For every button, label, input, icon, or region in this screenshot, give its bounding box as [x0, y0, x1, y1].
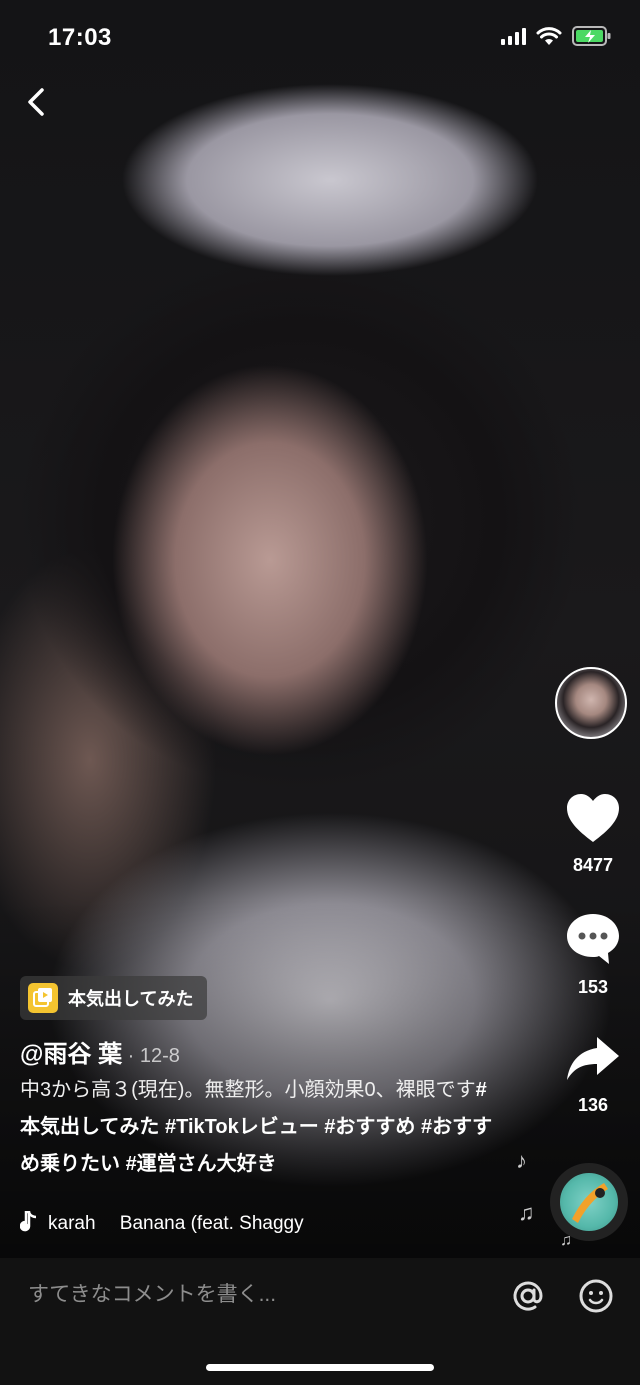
comment-input[interactable]: すてきなコメントを書く...: [28, 1278, 276, 1308]
status-time: 17:03: [48, 24, 112, 51]
feature-tag[interactable]: 本気出してみた: [20, 976, 208, 1020]
back-button[interactable]: [20, 84, 56, 120]
share-count: 136: [577, 1095, 609, 1115]
like-count: 8477: [572, 855, 614, 875]
home-indicator[interactable]: [206, 1364, 434, 1371]
hashtag[interactable]: #おすすめ: [324, 1116, 415, 1138]
battery-icon: [572, 26, 612, 46]
video-caption: 中3から高３(現在)。無整形。小顔効果0、裸眼です#本気出してみた #TikTo…: [20, 1072, 495, 1183]
album-art: [572, 1183, 608, 1223]
caption-text: 中3から高３(現在)。無整形。小顔効果0、裸眼です: [20, 1079, 476, 1101]
hashtag[interactable]: #運営さん大好き: [126, 1153, 277, 1175]
music-note-icon: ♫: [518, 1200, 535, 1225]
at-icon: [513, 1281, 543, 1311]
share-button[interactable]: 136: [548, 1034, 638, 1116]
heart-icon: [567, 794, 619, 842]
video-collection-icon: [28, 983, 58, 1013]
music-title: karah Banana (feat. Shaggy: [48, 1213, 304, 1234]
video-frame[interactable]: [0, 0, 640, 1258]
cellular-signal-icon: [501, 27, 526, 45]
music-info[interactable]: karah Banana (feat. Shaggy: [20, 1208, 358, 1235]
emoji-button[interactable]: [578, 1278, 614, 1314]
status-icons: [501, 26, 612, 46]
feature-tag-label: 本気出してみた: [68, 989, 194, 1009]
music-note-icon: ♪: [516, 1148, 527, 1173]
hashtag[interactable]: #TikTokレビュー: [165, 1116, 319, 1138]
comment-button[interactable]: 153: [548, 912, 638, 998]
music-disc[interactable]: [550, 1163, 628, 1241]
comment-count: 153: [577, 977, 609, 997]
creator-avatar[interactable]: [555, 667, 627, 739]
chevron-left-icon: [28, 88, 44, 116]
mention-button[interactable]: [510, 1278, 546, 1314]
smiley-icon: [579, 1279, 613, 1313]
post-date: · 12-8: [122, 1045, 180, 1067]
share-arrow-icon: [567, 1037, 619, 1080]
music-note-icon: ♫: [560, 1232, 572, 1249]
like-button[interactable]: 8477: [548, 792, 638, 876]
wifi-icon: [536, 26, 562, 46]
creator-username[interactable]: @雨谷 葉 · 12-8: [20, 1034, 180, 1069]
username-text: @雨谷 葉: [20, 1041, 123, 1068]
music-note-icon: [20, 1210, 37, 1231]
speech-bubble-icon: [567, 914, 619, 964]
